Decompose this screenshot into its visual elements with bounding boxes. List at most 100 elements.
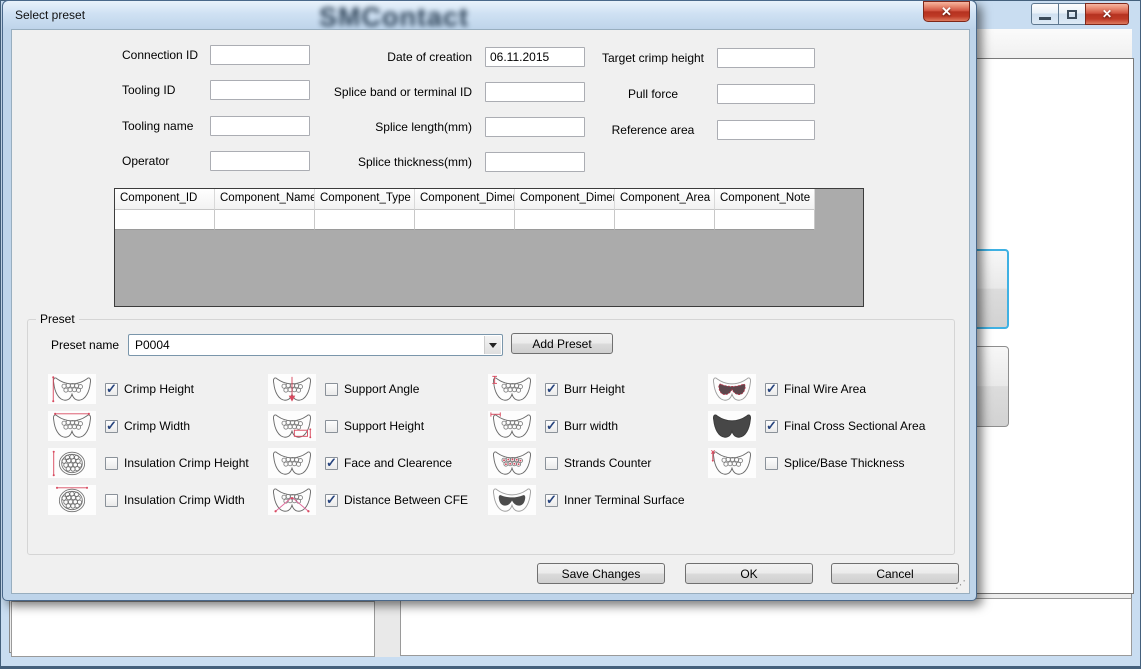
table-cell[interactable] (415, 210, 515, 230)
strands-counter-icon (487, 447, 537, 479)
reference-area-label: Reference area (597, 123, 709, 137)
table-cell[interactable] (715, 210, 815, 230)
target-crimp-height-label: Target crimp height (597, 51, 709, 65)
insulation-crimp-width-icon (47, 484, 97, 516)
splice-length-field[interactable] (485, 117, 585, 137)
date-of-creation-field[interactable] (485, 47, 585, 67)
dropdown-arrow-button[interactable] (484, 336, 501, 354)
table-row (115, 210, 815, 230)
crimp-height-icon (47, 373, 97, 405)
splice-band-field[interactable] (485, 82, 585, 102)
background-bottom-panel-left (11, 601, 375, 657)
column-header[interactable]: Component_Note (715, 189, 815, 210)
face-and-clearence-icon (267, 447, 317, 479)
support-height-icon (267, 410, 317, 442)
target-crimp-height-field[interactable] (717, 48, 815, 68)
close-icon: ✕ (941, 4, 952, 20)
support-angle-icon (267, 373, 317, 405)
column-header[interactable]: Component_Name (215, 189, 315, 210)
column-header[interactable]: Component_Type (315, 189, 415, 210)
burr-width-checkbox[interactable] (545, 420, 558, 433)
close-icon: ✕ (1102, 7, 1112, 21)
preset-groupbox: Preset Preset name P0004 Add Preset (27, 319, 955, 555)
tooling-name-label: Tooling name (122, 119, 193, 133)
crimp-width-checkbox[interactable] (105, 420, 118, 433)
table-cell[interactable] (315, 210, 415, 230)
face-and-clearence-checkbox[interactable] (325, 457, 338, 470)
dialog-close-button[interactable]: ✕ (923, 1, 970, 22)
column-header[interactable]: Component_Area (615, 189, 715, 210)
minimize-icon (1039, 17, 1051, 20)
tooling-id-label: Tooling ID (122, 83, 175, 97)
table-cell[interactable] (515, 210, 615, 230)
checkbox-label: Insulation Crimp Height (124, 456, 249, 470)
insulation-crimp-height-icon (47, 447, 97, 479)
insulation-crimp-height-checkbox[interactable] (105, 457, 118, 470)
burr-height-checkbox[interactable] (545, 383, 558, 396)
preset-name-dropdown[interactable]: P0004 (128, 334, 503, 356)
distance-between-cfe-icon (267, 484, 317, 516)
final-cross-sectional-area-checkbox[interactable] (765, 420, 778, 433)
checkbox-label: Burr width (564, 419, 618, 433)
preset-group-label: Preset (36, 312, 79, 326)
support-height-checkbox[interactable] (325, 420, 338, 433)
inner-terminal-surface-icon (487, 484, 537, 516)
date-of-creation-label: Date of creation (292, 50, 472, 64)
table-cell[interactable] (215, 210, 315, 230)
cancel-button[interactable]: Cancel (831, 563, 959, 584)
maximize-icon (1067, 10, 1077, 19)
table-cell[interactable] (615, 210, 715, 230)
final-wire-area-icon (707, 373, 757, 405)
checkbox-label: Insulation Crimp Width (124, 493, 245, 507)
components-table: Component_ID Component_Name Component_Ty… (114, 188, 864, 307)
ok-button[interactable]: OK (685, 563, 813, 584)
distance-between-cfe-checkbox[interactable] (325, 494, 338, 507)
support-angle-checkbox[interactable] (325, 383, 338, 396)
minimize-button[interactable] (1031, 3, 1059, 25)
save-changes-button[interactable]: Save Changes (537, 563, 665, 584)
crimp-height-checkbox[interactable] (105, 383, 118, 396)
resize-grip-icon[interactable]: ⋰ (955, 578, 966, 591)
reference-area-field[interactable] (717, 120, 815, 140)
maximize-button[interactable] (1058, 3, 1086, 25)
checkbox-label: Crimp Height (124, 382, 194, 396)
checkbox-label: Final Cross Sectional Area (784, 419, 925, 433)
final-cross-sectional-area-icon (707, 410, 757, 442)
components-table-header: Component_ID Component_Name Component_Ty… (115, 189, 815, 210)
checkbox-label: Support Angle (344, 382, 419, 396)
screen: ✕ Select preset SMContact ✕ Connection I… (0, 0, 1141, 669)
table-cell[interactable] (115, 210, 215, 230)
checkbox-label: Crimp Width (124, 419, 190, 433)
column-header[interactable]: Component_Dimen: (415, 189, 515, 210)
splice-thickness-label: Splice thickness(mm) (292, 155, 472, 169)
splice-band-label: Splice band or terminal ID (292, 85, 472, 99)
checkbox-label: Splice/Base Thickness (784, 456, 905, 470)
preset-name-label: Preset name (51, 338, 119, 352)
checkbox-label: Face and Clearence (344, 456, 452, 470)
inner-terminal-surface-checkbox[interactable] (545, 494, 558, 507)
splice-length-label: Splice length(mm) (292, 120, 472, 134)
window-close-button[interactable]: ✕ (1085, 3, 1129, 25)
checkbox-label: Burr Height (564, 382, 625, 396)
operator-label: Operator (122, 154, 169, 168)
preset-name-value: P0004 (135, 338, 170, 352)
pull-force-field[interactable] (717, 84, 815, 104)
dialog-client-area: Connection ID Tooling ID Tooling name Op… (11, 29, 970, 594)
crimp-width-icon (47, 410, 97, 442)
final-wire-area-checkbox[interactable] (765, 383, 778, 396)
dialog-title: Select preset (15, 8, 85, 22)
column-header[interactable]: Component_ID (115, 189, 215, 210)
checkbox-label: Final Wire Area (784, 382, 866, 396)
dialog-titlebar[interactable]: Select preset SMContact ✕ (3, 1, 976, 29)
checkbox-label: Support Height (344, 419, 424, 433)
strands-counter-checkbox[interactable] (545, 457, 558, 470)
checkbox-label: Inner Terminal Surface (564, 493, 685, 507)
burr-width-icon (487, 410, 537, 442)
insulation-crimp-width-checkbox[interactable] (105, 494, 118, 507)
add-preset-button[interactable]: Add Preset (511, 333, 613, 354)
column-header[interactable]: Component_Dimen: (515, 189, 615, 210)
checkbox-label: Distance Between CFE (344, 493, 468, 507)
background-bottom-gap (375, 599, 400, 657)
splice-thickness-field[interactable] (485, 152, 585, 172)
splice-base-thickness-checkbox[interactable] (765, 457, 778, 470)
